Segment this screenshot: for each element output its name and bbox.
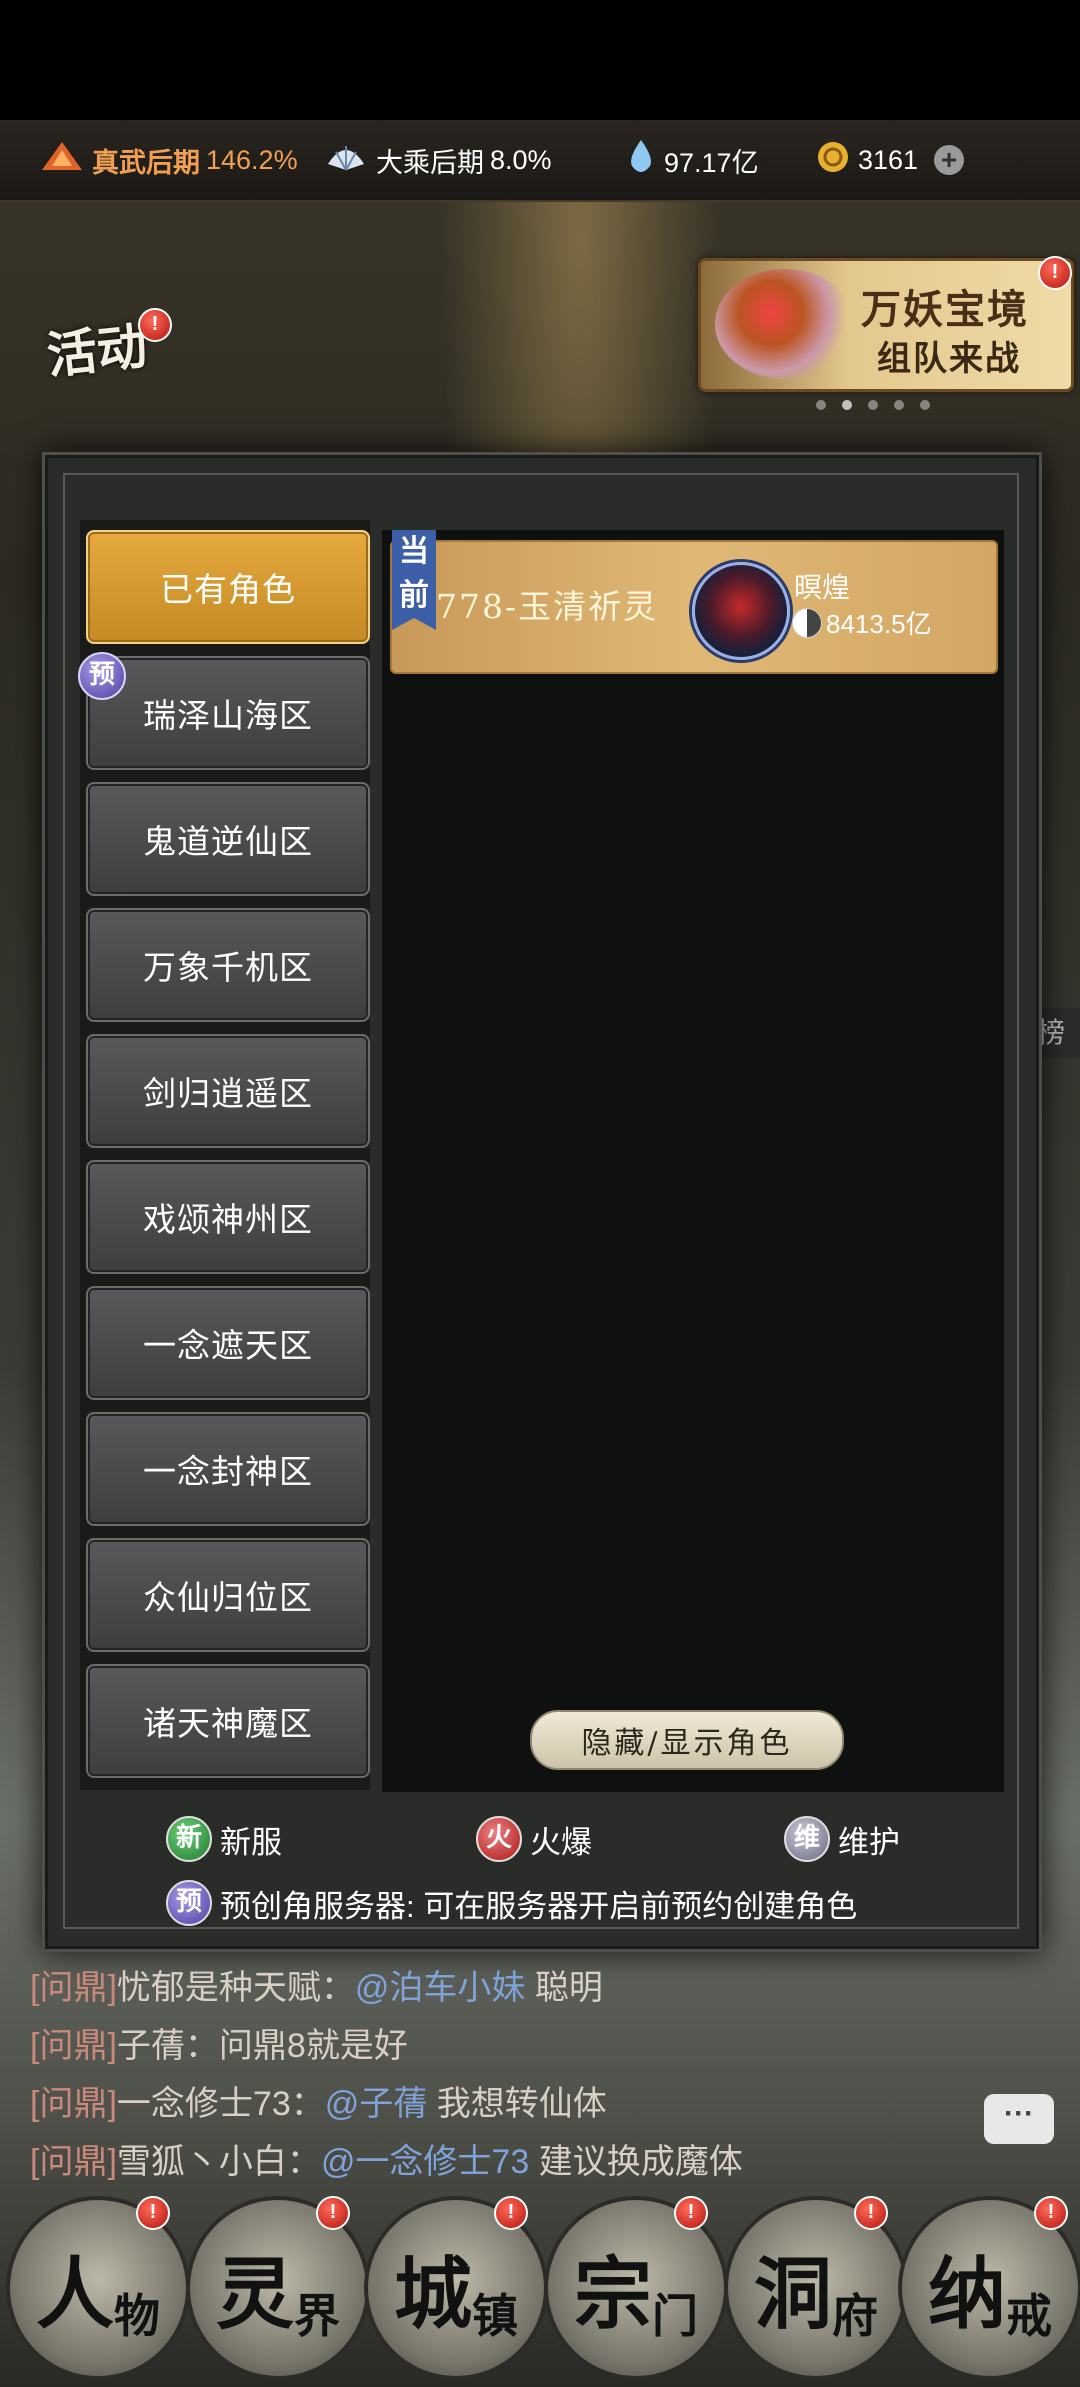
role-name: 暝煌 [794,572,851,603]
legend-pre-label: 预创角服务器: 可在服务器开启前预约创建角色 [220,1888,858,1924]
nav-cave-big: 洞 [753,2249,832,2340]
realm2-label: 大乘后期 [376,147,484,178]
hot-server-icon: 火 [476,1816,522,1862]
chat-message[interactable]: [问鼎]忧郁是种天赋：@泊车小妹 聪明 [30,1960,603,2009]
realm2-percent: 8.0% [490,144,552,175]
nav-cave-small: 府 [832,2289,878,2343]
event-banner[interactable]: 万妖宝境 组队来战 [698,258,1074,392]
spirit-stone[interactable]: 97.17亿 [626,120,759,200]
nav-badge: ! [854,2196,888,2230]
pager-dot[interactable] [868,400,878,410]
activity-label: 活动 [44,316,150,386]
chat-message[interactable]: [问鼎]一念修士73：@子蒨 我想转仙体 [30,2076,607,2125]
zone-yinian-zhetian[interactable]: 一念遮天区 [86,1286,370,1400]
nav-sect-big: 宗 [573,2249,652,2340]
chat-sender[interactable]: 一念修士73： [117,2085,325,2123]
add-currency-button[interactable]: + [934,144,965,175]
role-power-value: 8413.5亿 [826,609,932,639]
nav-badge: ! [136,2196,170,2230]
avatar [692,562,790,660]
realm-percent: 146.2% [206,144,298,175]
monster-art-icon [715,269,855,379]
pager-dot[interactable] [816,400,826,410]
nav-storage-ring-small: 戒 [1006,2289,1052,2343]
chat-mention[interactable]: @一念修士73 [321,2143,529,2181]
nav-town-big: 城 [393,2249,472,2340]
banner-badge: ! [1038,256,1072,290]
zone-guidao-nixian[interactable]: 鬼道逆仙区 [86,782,370,896]
chat-sender[interactable]: 忧郁是种天赋： [117,1969,355,2007]
zone-wanxiang-qianji[interactable]: 万象千机区 [86,908,370,1022]
legend-maint: 维 维护 [784,1816,900,1862]
role-server-name: 778-玉清祈灵 [436,587,659,626]
new-server-icon: 新 [166,1816,212,1862]
nav-badge: ! [674,2196,708,2230]
chat-sender[interactable]: 子蒨： [117,2027,219,2065]
chat-text: 聪明 [534,1969,603,2007]
nav-badge: ! [494,2196,528,2230]
toggle-role-visibility-button[interactable]: 隐藏/显示角色 [530,1710,844,1770]
nav-badge: ! [1034,2196,1068,2230]
maintenance-icon: 维 [784,1816,830,1862]
realm2-status[interactable]: 大乘后期 8.0% [324,120,552,200]
coin-icon [816,140,850,181]
pre-create-badge: 预 [78,652,126,700]
chat-message[interactable]: [问鼎]雪狐丶小白：@一念修士73 建议换成魔体 [30,2134,743,2183]
zone-yinian-fengshen[interactable]: 一念封神区 [86,1412,370,1526]
nav-spirit-realm-big: 灵 [215,2249,294,2340]
zone-zhongxian-guiwei[interactable]: 众仙归位区 [86,1538,370,1652]
chat-mention[interactable]: @泊车小妹 [355,1969,526,2007]
legend-maint-label: 维护 [838,1824,900,1860]
banner-title: 万妖宝境 [861,286,1029,333]
zone-xisong-shenzhou[interactable]: 戏颂神州区 [86,1160,370,1274]
chat-channel: [问鼎] [30,2027,117,2065]
legend-hot: 火 火爆 [476,1816,592,1862]
chat-channel: [问鼎] [30,2085,117,2123]
zone-ruize-shanhai[interactable]: 瑞泽山海区 [86,656,370,770]
legend-new-label: 新服 [220,1824,282,1860]
nav-town-small: 镇 [472,2289,518,2343]
zone-jiangui-xiaoyao[interactable]: 剑归逍遥区 [86,1034,370,1148]
nav-character-big: 人 [35,2249,114,2340]
nav-character-small: 物 [114,2289,160,2343]
currency[interactable]: 3161 + [816,120,965,200]
chat-open-button[interactable]: ··· [984,2094,1054,2144]
pager-dot[interactable] [894,400,904,410]
spirit-value: 97.17亿 [664,147,759,178]
chat-sender[interactable]: 雪狐丶小白： [117,2143,321,2181]
nav-badge: ! [316,2196,350,2230]
realm-status[interactable]: 真武后期 146.2% [40,120,298,200]
activity-badge: ! [138,308,172,342]
nav-spirit-realm-small: 界 [294,2289,340,2343]
nav-storage-ring-big: 纳 [927,2249,1006,2340]
zone-zhutian-shenmo[interactable]: 诸天神魔区 [86,1664,370,1778]
chat-text: 建议换成魔体 [538,2143,743,2181]
banner-subtitle: 组队来战 [877,339,1021,379]
legend-new: 新 新服 [166,1816,282,1862]
chat-text: 问鼎8就是好 [218,2027,408,2065]
fan-icon [324,140,368,181]
legend-pre: 预 预创角服务器: 可在服务器开启前预约创建角色 [166,1880,857,1926]
water-drop-icon [626,138,656,183]
chat-mention[interactable]: @子蒨 [325,2085,428,2123]
chat-channel: [问鼎] [30,2143,117,2181]
resource-bar: 真武后期 146.2% 大乘后期 8.0% 97.17亿 3161 + [0,120,1080,202]
legend-hot-label: 火爆 [530,1824,592,1860]
pager-dot[interactable] [920,400,930,410]
nav-sect-small: 门 [652,2289,698,2343]
yin-yang-icon [792,607,822,638]
role-list-panel [382,530,1004,1792]
chat-channel: [问鼎] [30,1969,117,2007]
realm-label: 真武后期 [92,147,200,178]
current-tag: 当前 [392,530,436,630]
chat-message[interactable]: [问鼎]子蒨：问鼎8就是好 [30,2018,408,2067]
pager-dot[interactable] [842,400,852,410]
currency-value: 3161 [858,144,919,175]
chat-text: 我想转仙体 [436,2085,607,2123]
zone-existing-roles[interactable]: 已有角色 [86,530,370,644]
mountain-icon [40,140,84,181]
pre-create-icon: 预 [166,1880,212,1926]
role-power: 8413.5亿 [792,604,932,641]
banner-pager[interactable] [816,400,930,410]
